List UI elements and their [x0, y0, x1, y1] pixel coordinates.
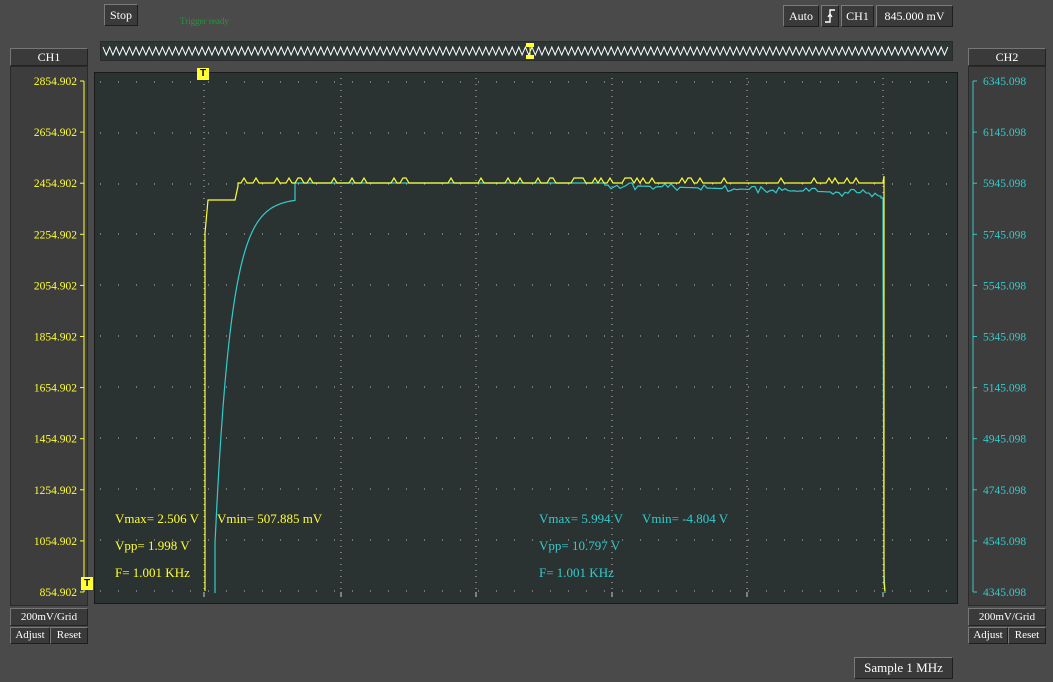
- ch1-tick-label: 1054.902: [34, 536, 77, 548]
- ch1-tick-label: 2654.902: [34, 127, 77, 139]
- ch1-waveform: [204, 175, 886, 592]
- trigger-level-marker-label: T: [83, 578, 91, 589]
- trigger-level-marker[interactable]: T: [81, 577, 93, 590]
- time-tick-label: +500 us: [865, 602, 902, 603]
- overview-wave: [102, 43, 949, 59]
- trigger-mode-button[interactable]: Auto: [783, 5, 819, 27]
- ch2-vpp: Vpp= 10.797 V: [539, 538, 621, 553]
- ch2-reset-button[interactable]: Reset: [1008, 627, 1046, 644]
- ch1-axis-panel: 2854.902 2654.902 2454.902 2254.902 2054.902…: [10, 66, 88, 606]
- ch2-tick-label: 6345.098: [983, 76, 1026, 88]
- ch2-tick-label: 5345.098: [983, 332, 1026, 344]
- ch1-reset-button[interactable]: Reset: [50, 627, 88, 644]
- ch2-tick-label: 5745.098: [983, 229, 1026, 241]
- trigger-time-marker[interactable]: T: [197, 68, 209, 80]
- ch1-tick-label: 2054.902: [34, 280, 77, 292]
- ch1-tick-label: 1854.902: [34, 332, 77, 344]
- ch2-vmin: Vmin= -4.804 V: [642, 511, 729, 526]
- ch2-axis-panel: 6345.098 6145.098 5945.098 5745.098 5545.098…: [968, 66, 1046, 606]
- ch1-measurements: Vmax= 2.506 V Vmin= 507.885 mV Vpp= 1.99…: [115, 511, 323, 580]
- ch2-tick-label: 4345.098: [983, 587, 1026, 599]
- ch2-label[interactable]: CH2: [968, 48, 1046, 66]
- trigger-level-display[interactable]: 845.000 mV: [876, 5, 953, 27]
- ch2-adjust-button[interactable]: Adjust: [968, 627, 1008, 644]
- ch2-tick-label: 4545.098: [983, 536, 1026, 548]
- ch1-tick-label: 1254.902: [34, 485, 77, 497]
- ch1-tick-label: 1454.902: [34, 434, 77, 446]
- time-tick-label: +100 us: [323, 602, 360, 603]
- time-tick-label: +300 us: [594, 602, 631, 603]
- ch2-tick-label: 5145.098: [983, 383, 1026, 395]
- ch2-tick-label: 4745.098: [983, 485, 1026, 497]
- ch1-adjust-button[interactable]: Adjust: [10, 627, 50, 644]
- ch1-scale-label: 200mV/Grid: [10, 608, 88, 626]
- trigger-time-marker-label: T: [199, 68, 207, 79]
- scope-display[interactable]: -0 us+100 us+200 us+300 us+400 us+500 us…: [94, 72, 958, 604]
- ch1-axis: 2854.902 2654.902 2454.902 2254.902 2054.902…: [34, 76, 85, 599]
- time-axis: -0 us+100 us+200 us+300 us+400 us+500 us: [203, 592, 902, 603]
- ch2-measurements: Vmax= 5.994 V Vmin= -4.804 V Vpp= 10.797…: [539, 511, 729, 580]
- ch1-tick-label: 2454.902: [34, 178, 77, 190]
- ch2-waveform: [214, 182, 886, 594]
- stop-button[interactable]: Stop: [104, 4, 138, 26]
- ch1-frequency: F= 1.001 KHz: [115, 565, 190, 580]
- ch1-tick-label: 2854.902: [34, 76, 77, 88]
- trigger-source-button[interactable]: CH1: [841, 5, 874, 27]
- waveform-overview[interactable]: [100, 41, 953, 61]
- ch2-tick-label: 5545.098: [983, 280, 1026, 292]
- ch2-scale-label: 200mV/Grid: [968, 608, 1046, 626]
- ch2-vmax: Vmax= 5.994 V: [539, 511, 624, 526]
- rising-edge-icon: [825, 9, 835, 23]
- status-text: Trigger ready: [180, 16, 229, 26]
- ch1-vmax: Vmax= 2.506 V: [115, 511, 200, 526]
- ch2-axis: 6345.098 6145.098 5945.098 5745.098 5545.098…: [972, 76, 1026, 599]
- ch1-tick-label: 2254.902: [34, 229, 77, 241]
- ch2-tick-label: 5945.098: [983, 178, 1026, 190]
- ch1-label[interactable]: CH1: [10, 48, 88, 66]
- ch2-frequency: F= 1.001 KHz: [539, 565, 614, 580]
- ch1-vpp: Vpp= 1.998 V: [115, 538, 190, 553]
- time-tick-label: +200 us: [458, 602, 495, 603]
- time-tick-label: +400 us: [729, 602, 766, 603]
- scope-plot: -0 us+100 us+200 us+300 us+400 us+500 us…: [100, 78, 953, 603]
- ch1-tick-label: 1654.902: [34, 383, 77, 395]
- ch1-vmin: Vmin= 507.885 mV: [217, 511, 323, 526]
- ch1-tick-label: 854.902: [40, 587, 78, 599]
- sample-rate-button[interactable]: Sample 1 MHz: [854, 657, 953, 679]
- ch2-tick-label: 6145.098: [983, 127, 1026, 139]
- trigger-edge-button[interactable]: [821, 5, 839, 27]
- ch2-tick-label: 4945.098: [983, 434, 1026, 446]
